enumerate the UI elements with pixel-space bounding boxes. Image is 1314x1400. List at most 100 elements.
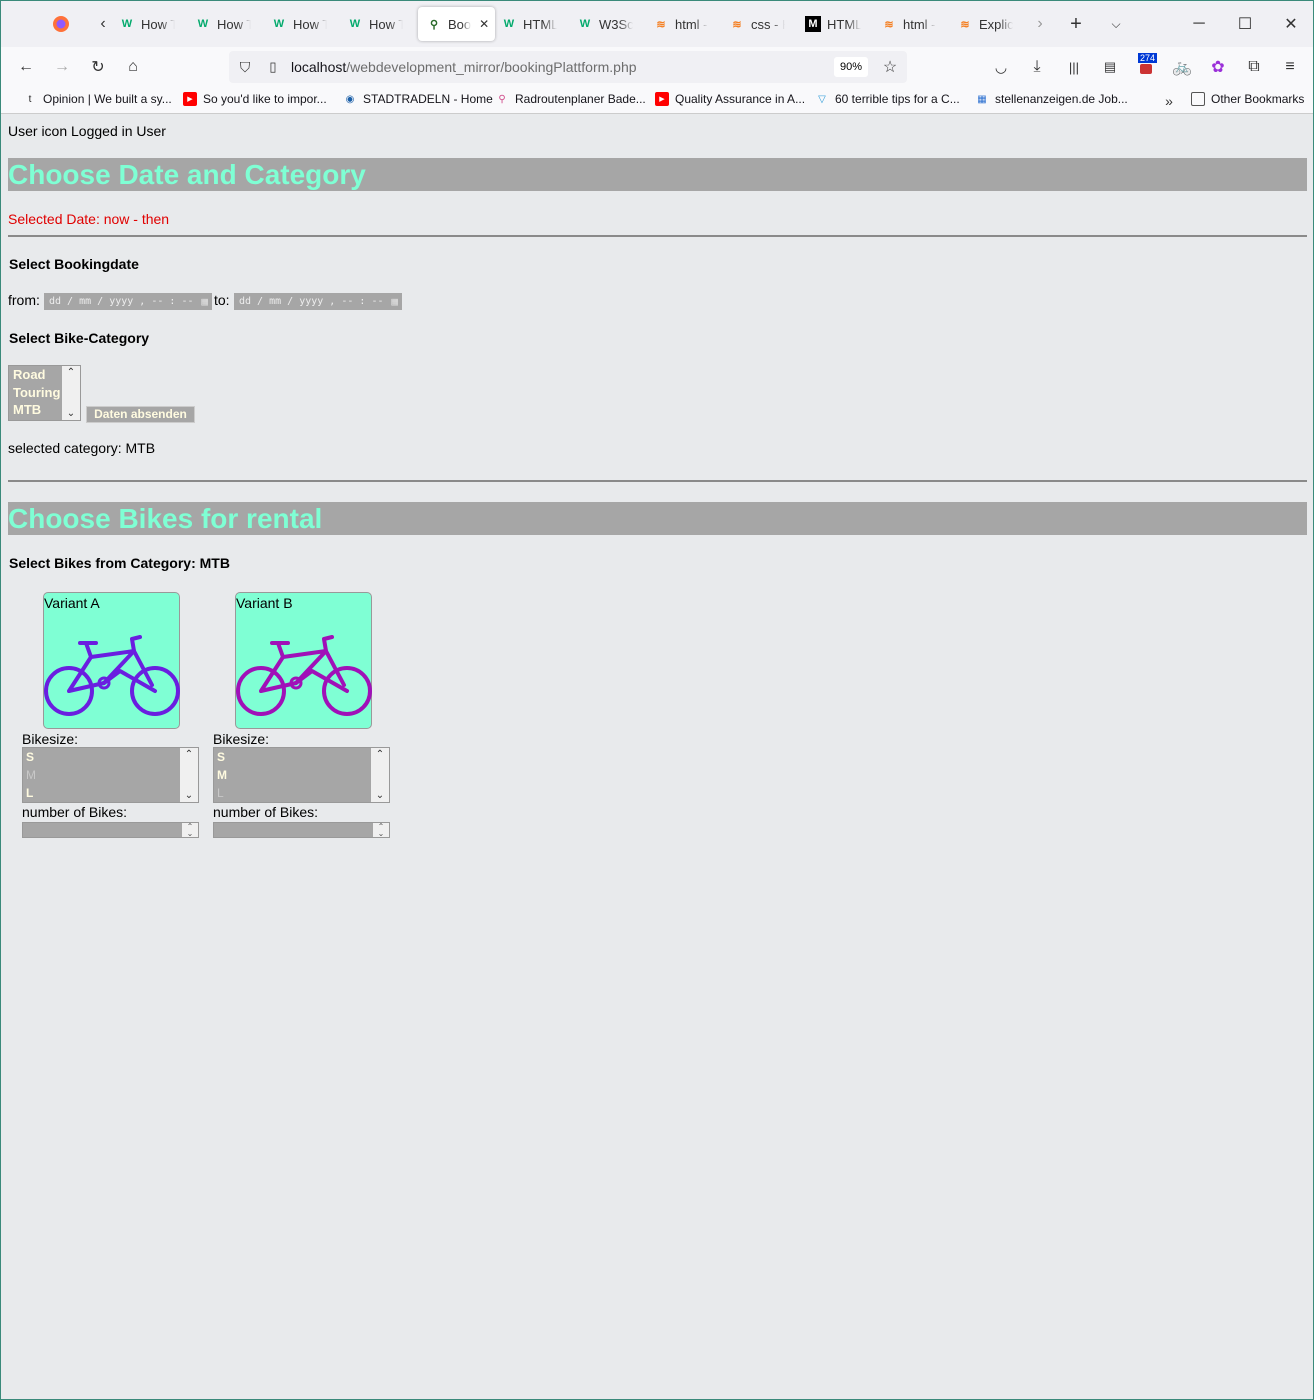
from-date-input[interactable]: dd / mm / yyyy , -- : -- ▦	[44, 293, 212, 310]
bookmark-item[interactable]: ▶ Quality Assurance in A...	[655, 92, 805, 106]
to-label: to:	[214, 292, 230, 308]
bike-card-variant-a[interactable]: Variant A	[43, 592, 180, 729]
category-scrollbar[interactable]: ⌃ ⌄	[62, 366, 80, 420]
browser-tab[interactable]: M HTML	[805, 7, 861, 41]
stellenanzeigen-icon: ▦	[977, 93, 987, 105]
browser-tab[interactable]: W HTML	[501, 7, 557, 41]
w3schools-icon: W	[197, 18, 209, 30]
from-label: from:	[8, 292, 40, 308]
spinner-icon[interactable]: ⌃ ⌄	[182, 823, 198, 838]
size-option-m[interactable]: M	[214, 766, 389, 784]
browser-tab-bar: ‹ W How T W How T W How T W How T ⚲ Boo ✕ W HTML W W3S…	[1, 1, 1313, 47]
tabs-scroll-right-icon[interactable]: ›	[1026, 10, 1054, 38]
other-bookmarks[interactable]: Other Bookmarks	[1191, 92, 1304, 106]
size-option-s[interactable]: S	[214, 748, 389, 766]
zoom-level[interactable]: 90%	[834, 57, 868, 77]
extension-bike-icon[interactable]: 🚲	[1168, 53, 1196, 81]
forward-icon[interactable]: →	[48, 53, 76, 81]
chevron-up-icon[interactable]: ⌃	[371, 749, 389, 760]
w3schools-icon: W	[503, 18, 515, 30]
calendar-icon[interactable]: ▦	[201, 293, 208, 310]
bookmark-item[interactable]: t Opinion | We built a sy...	[23, 92, 172, 106]
tabs-scroll-left-icon[interactable]: ‹	[89, 10, 117, 38]
bike-variant-label: Variant A	[44, 595, 100, 611]
tagesspiegel-icon: t	[28, 93, 32, 105]
number-of-bikes-input-variant-b[interactable]: ⌃ ⌄	[213, 822, 390, 838]
chevron-down-icon[interactable]: ⌄	[371, 790, 389, 801]
to-date-input[interactable]: dd / mm / yyyy , -- : -- ▦	[234, 293, 402, 310]
url-bar[interactable]: ⛉ ▯ localhost/webdevelopment_mirror/book…	[229, 51, 907, 83]
spinner-icon[interactable]: ⌃ ⌄	[373, 823, 389, 838]
browser-tab[interactable]: W How T	[119, 7, 175, 41]
size-option-s[interactable]: S	[23, 748, 198, 766]
browser-tab[interactable]: ≋css - H	[729, 7, 785, 41]
chevron-up-icon[interactable]: ⌃	[62, 367, 80, 378]
menu-icon[interactable]: ≡	[1276, 53, 1304, 81]
browser-tab[interactable]: W W3Sc	[577, 7, 633, 41]
library-icon[interactable]: |||	[1060, 53, 1088, 81]
bookmarks-bar: t Opinion | We built a sy... ▶ So you'd lik…	[1, 87, 1313, 114]
bikesize-select-variant-b[interactable]: S M L ⌃ ⌄	[213, 747, 390, 803]
bookmark-star-icon[interactable]: ☆	[876, 53, 904, 81]
sidebar-icon[interactable]: ▤	[1096, 53, 1124, 81]
bikesize-scrollbar[interactable]: ⌃ ⌄	[371, 748, 389, 802]
user-status: User icon Logged in User	[8, 123, 166, 139]
new-tab-icon[interactable]: +	[1062, 10, 1090, 38]
minimize-icon[interactable]: ─	[1185, 10, 1213, 38]
browser-tab[interactable]: ⚲ Boo ✕	[418, 7, 496, 41]
bikesize-select-variant-a[interactable]: S M L ⌃ ⌄	[22, 747, 199, 803]
maximize-icon[interactable]: ☐	[1231, 10, 1259, 38]
back-icon[interactable]: ←	[12, 53, 40, 81]
browser-tab[interactable]: ≋ Explic	[957, 7, 1013, 41]
number-of-bikes-input-variant-a[interactable]: ⌃ ⌄	[22, 822, 199, 838]
bookmark-item[interactable]: ▶ So you'd like to impor...	[183, 92, 327, 106]
chevron-down-icon[interactable]: ⌄	[180, 790, 198, 801]
pocket-icon[interactable]: ◡	[987, 53, 1015, 81]
extension-flower-icon[interactable]: ✿	[1204, 53, 1232, 81]
category-heading: Select Bike-Category	[9, 330, 150, 346]
bookmark-item[interactable]: ▽ 60 terrible tips for a C...	[815, 92, 960, 106]
downloads-icon[interactable]: ⤓	[1023, 53, 1051, 81]
chevron-up-icon[interactable]: ⌃	[180, 749, 198, 760]
home-icon[interactable]: ⌂	[119, 53, 147, 81]
browser-tab[interactable]: W How T	[195, 7, 251, 41]
size-option-l: L	[217, 786, 224, 800]
bookmark-item[interactable]: ◉ STADTRADELN - Home	[343, 92, 493, 106]
bike-variant-label: Variant B	[236, 595, 293, 611]
browser-tab[interactable]: W How T	[271, 7, 327, 41]
selected-category-text: selected category: MTB	[8, 440, 156, 456]
size-option-m: M	[26, 768, 36, 782]
list-all-tabs-icon[interactable]: ⌵	[1102, 10, 1130, 38]
bike-card-variant-b[interactable]: Variant B	[235, 592, 372, 729]
bookmark-item[interactable]: ⚲ Radroutenplaner Bade...	[495, 92, 645, 106]
chevron-down-icon[interactable]: ⌄	[62, 408, 80, 419]
size-option-l[interactable]: L	[23, 784, 198, 802]
number-of-bikes-label: number of Bikes:	[22, 804, 128, 820]
category-select[interactable]: Road Touring MTB ⌃ ⌄	[8, 365, 81, 421]
shield-icon[interactable]: ⛉	[231, 53, 259, 81]
firefox-icon[interactable]	[47, 10, 75, 38]
close-window-icon[interactable]: ✕	[1277, 10, 1305, 38]
bookmark-item[interactable]: ▦ stellenanzeigen.de Job...	[975, 92, 1128, 106]
selected-date-text: Selected Date: now - then	[8, 211, 170, 227]
youtube-icon: ▶	[183, 92, 197, 106]
submit-button[interactable]: Daten absenden	[86, 406, 195, 423]
extension-badge-icon[interactable]: 274	[1132, 53, 1160, 81]
reload-icon[interactable]: ↻	[84, 53, 112, 81]
browser-tab[interactable]: W How T	[347, 7, 403, 41]
browser-tab[interactable]: ≋ html -	[653, 7, 707, 41]
youtube-icon: ▶	[655, 92, 669, 106]
number-of-bikes-label: number of Bikes:	[213, 804, 319, 820]
calendar-icon[interactable]: ▦	[391, 293, 398, 310]
close-tab-icon[interactable]: ✕	[479, 17, 489, 31]
more-bookmarks-icon[interactable]: »	[1155, 87, 1183, 115]
extensions-puzzle-icon[interactable]: ⧉	[1240, 53, 1268, 81]
section-title-bikes: Choose Bikes for rental	[8, 502, 1307, 535]
url-text[interactable]: localhost/webdevelopment_mirror/bookingP…	[291, 59, 637, 75]
bikesize-scrollbar[interactable]: ⌃ ⌄	[180, 748, 198, 802]
page-info-icon[interactable]: ▯	[259, 53, 287, 81]
stackoverflow-icon: ≋	[656, 18, 666, 31]
folder-icon	[1191, 92, 1205, 106]
browser-tab[interactable]: ≋ html -	[881, 7, 935, 41]
mountain-bike-icon	[44, 635, 180, 716]
